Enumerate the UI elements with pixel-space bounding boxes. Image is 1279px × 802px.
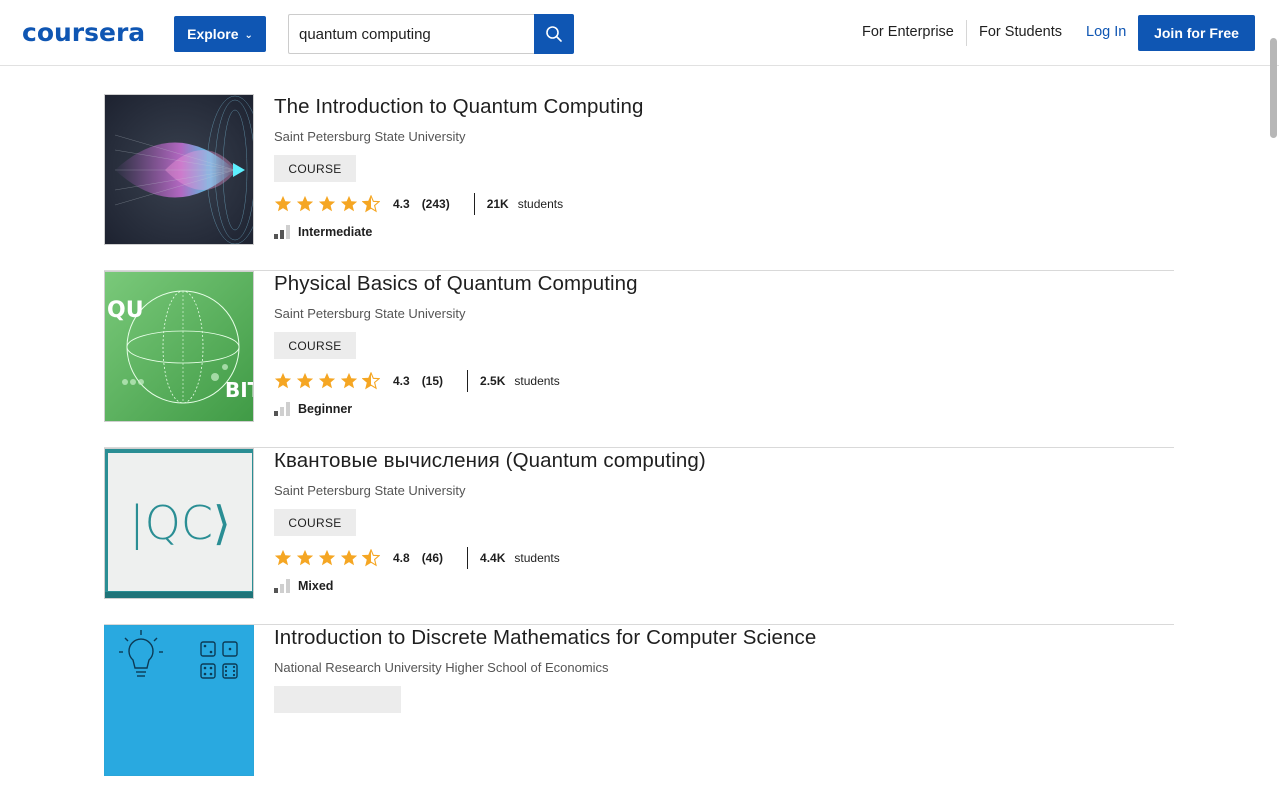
product-type-badge: COURSE	[274, 509, 356, 536]
star-rating	[274, 372, 380, 390]
rating-value: 4.8	[393, 551, 410, 565]
join-for-free-button[interactable]: Join for Free	[1138, 15, 1255, 51]
star-full-icon	[318, 195, 336, 212]
for-enterprise-link[interactable]: For Enterprise	[862, 24, 954, 40]
svg-text:coursera: coursera	[22, 19, 145, 47]
difficulty-label: Intermediate	[298, 225, 373, 239]
for-students-link[interactable]: For Students	[979, 24, 1062, 40]
svg-text:|QC⟩: |QC⟩	[129, 496, 231, 551]
product-type-badge	[274, 686, 401, 713]
nav-divider	[966, 20, 967, 46]
star-half-icon	[362, 195, 380, 213]
search-input[interactable]	[289, 15, 534, 53]
difficulty-level: Mixed	[274, 578, 333, 594]
explore-button[interactable]: Explore ⌄	[174, 16, 266, 52]
difficulty-bars-icon	[274, 225, 290, 239]
difficulty-level: Intermediate	[274, 224, 372, 240]
rating-value: 4.3	[393, 374, 410, 388]
product-type-badge: COURSE	[274, 332, 356, 359]
rating-divider	[473, 193, 475, 215]
explore-label: Explore	[187, 26, 239, 42]
partner-name: Saint Petersburg State University	[274, 306, 466, 321]
course-title[interactable]: Physical Basics of Quantum Computing	[274, 272, 638, 296]
star-full-icon	[296, 549, 314, 566]
star-full-icon	[340, 195, 358, 212]
search-field[interactable]	[288, 14, 534, 54]
course-thumbnail[interactable]: QU BIT	[104, 271, 254, 422]
partner-name: Saint Petersburg State University	[274, 483, 466, 498]
chevron-down-icon: ⌄	[244, 29, 253, 41]
star-full-icon	[318, 372, 336, 389]
svg-text:BIT: BIT	[225, 378, 254, 402]
enrollment-label: students	[514, 374, 560, 388]
coursera-logo[interactable]: coursera	[22, 18, 152, 47]
enrollment-label: students	[517, 197, 564, 211]
enrollment-label: students	[514, 551, 560, 565]
difficulty-bars-icon	[274, 579, 290, 593]
course-thumbnail[interactable]	[104, 94, 254, 245]
product-type-badge: COURSE	[274, 155, 356, 182]
course-title[interactable]: Introduction to Discrete Mathematics for…	[274, 626, 816, 650]
star-full-icon	[340, 549, 358, 566]
result-card[interactable]: |QC⟩ Квантовые вычисления (Quantum compu…	[104, 448, 1174, 625]
star-rating	[274, 195, 380, 213]
rating-row: 4.8 (46) 4.4K students	[274, 547, 560, 569]
result-card[interactable]: The Introduction to Quantum Computing Sa…	[104, 94, 1174, 271]
star-half-icon	[362, 549, 380, 567]
difficulty-label: Mixed	[298, 579, 334, 593]
login-link[interactable]: Log In	[1086, 24, 1126, 40]
partner-name: National Research University Higher Scho…	[274, 660, 609, 675]
search-results-list: The Introduction to Quantum Computing Sa…	[104, 94, 1174, 802]
difficulty-level: Beginner	[274, 401, 352, 417]
rating-row: 4.3 (243) 21K students	[274, 193, 564, 215]
course-thumbnail[interactable]: |QC⟩	[104, 448, 254, 599]
difficulty-label: Beginner	[298, 402, 353, 416]
difficulty-bars-icon	[274, 402, 290, 416]
search-button[interactable]	[534, 14, 574, 54]
result-card[interactable]: QU BIT Physical Basics of Quantum Comput…	[104, 271, 1174, 448]
rating-divider	[467, 370, 469, 392]
enrollment-count: 2.5K	[480, 374, 506, 388]
result-card[interactable]: Introduction to Discrete Mathematics for…	[104, 625, 1174, 802]
rating-count: (46)	[421, 551, 444, 565]
partner-name: Saint Petersburg State University	[274, 129, 466, 144]
rating-divider	[467, 547, 469, 569]
enrollment-count: 4.4K	[480, 551, 506, 565]
star-full-icon	[340, 372, 358, 389]
star-rating	[274, 549, 380, 567]
star-full-icon	[274, 549, 292, 566]
svg-text:QU: QU	[107, 298, 144, 323]
page-scrollbar[interactable]	[1270, 38, 1277, 138]
enrollment-count: 21K	[486, 197, 509, 211]
search-icon	[546, 26, 562, 42]
star-full-icon	[296, 195, 314, 212]
course-title[interactable]: The Introduction to Quantum Computing	[274, 95, 644, 119]
rating-value: 4.3	[393, 197, 410, 211]
star-full-icon	[274, 372, 292, 389]
rating-row: 4.3 (15) 2.5K students	[274, 370, 560, 392]
top-header: coursera Explore ⌄ For Enterprise For St…	[0, 0, 1279, 66]
star-full-icon	[318, 549, 336, 566]
course-title[interactable]: Квантовые вычисления (Quantum computing)	[274, 449, 706, 473]
rating-count: (15)	[421, 374, 444, 388]
star-full-icon	[296, 372, 314, 389]
course-thumbnail[interactable]	[104, 625, 254, 776]
star-half-icon	[362, 372, 380, 390]
star-full-icon	[274, 195, 292, 212]
rating-count: (243)	[421, 197, 450, 211]
